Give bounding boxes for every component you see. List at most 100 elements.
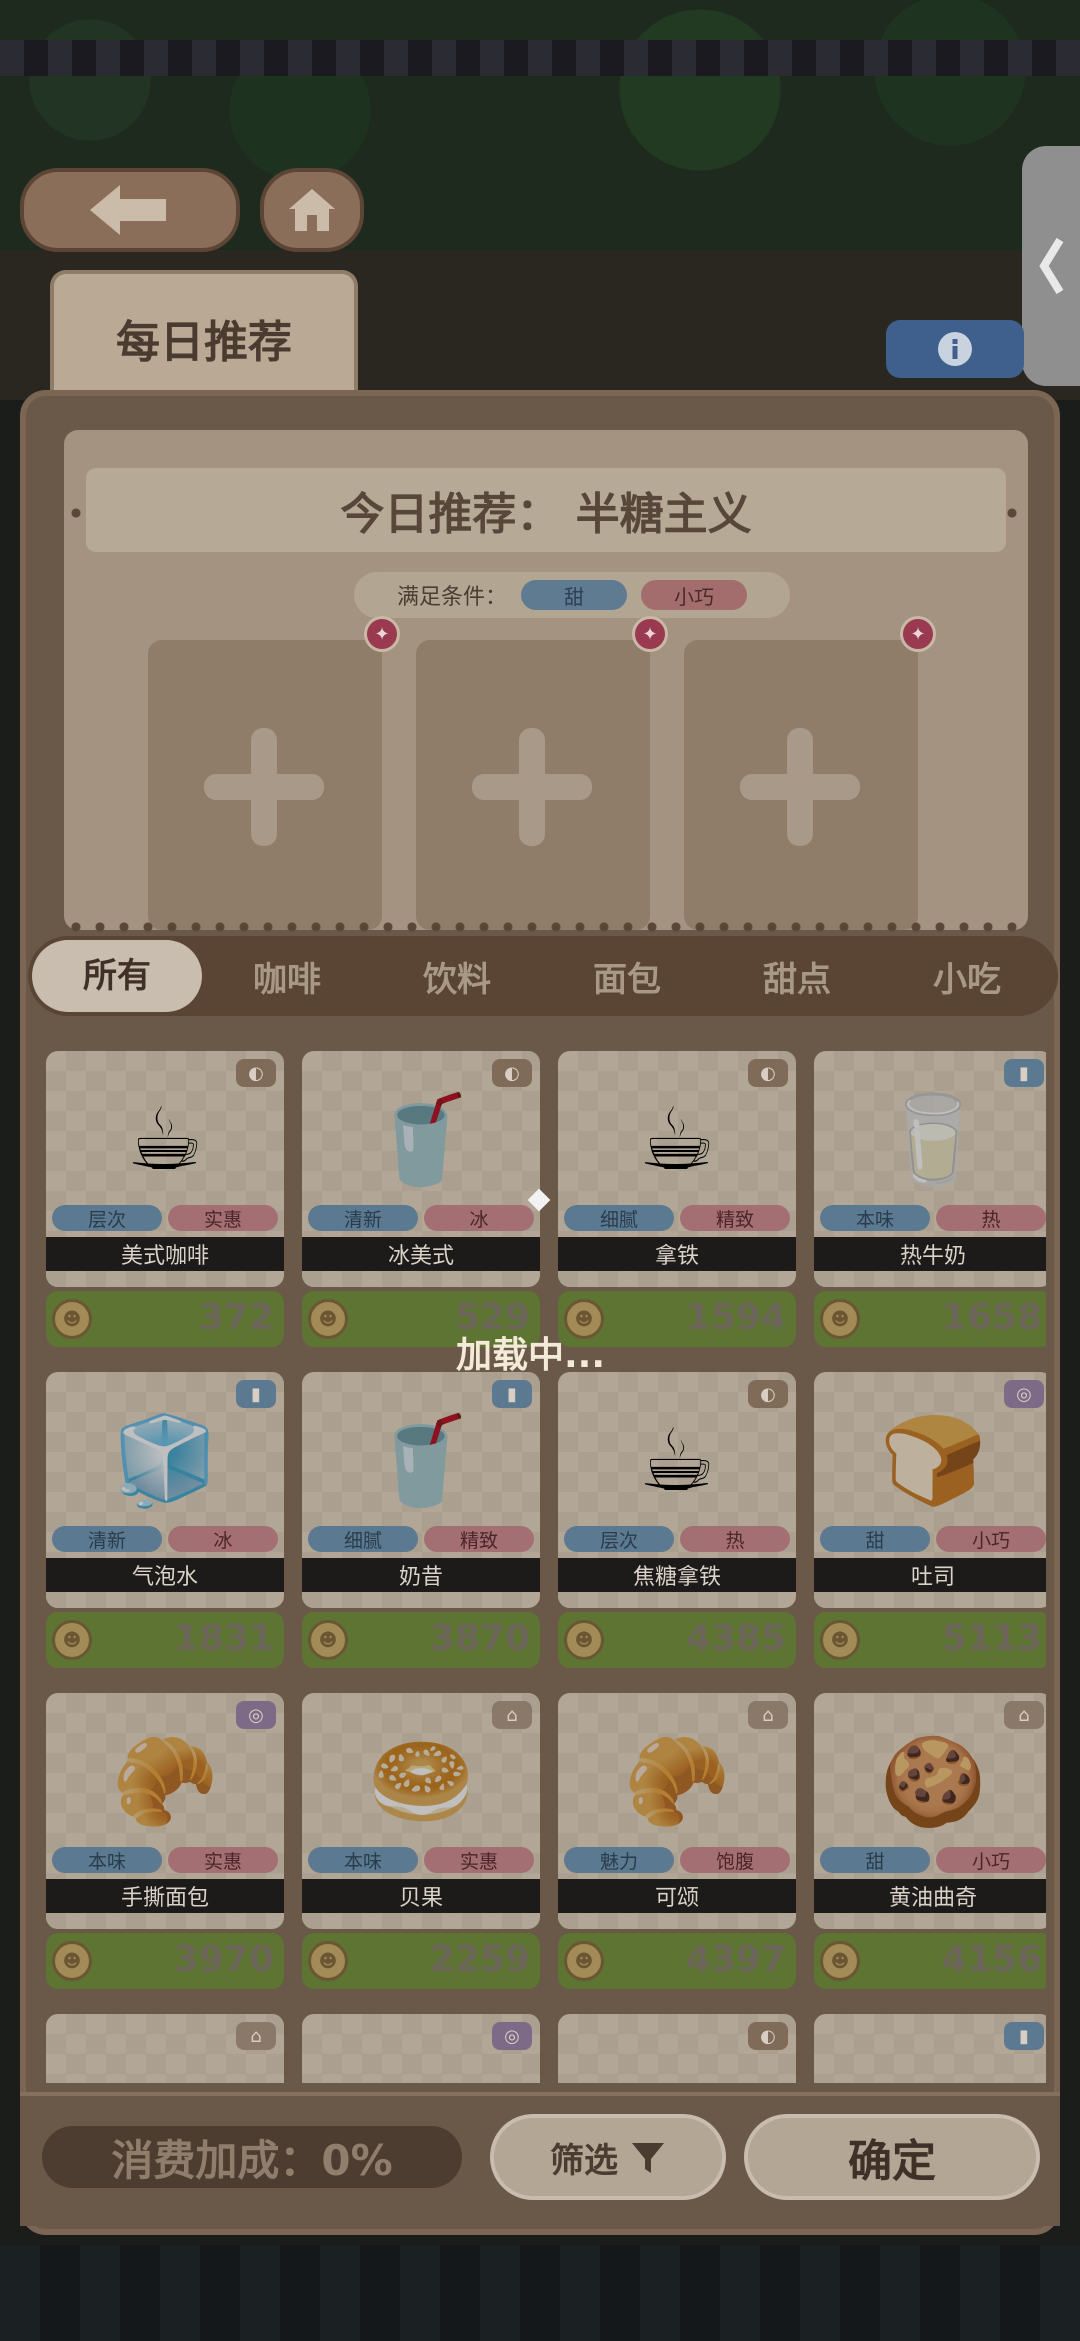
tab-daily-recommend[interactable]: 每日推荐	[50, 270, 358, 394]
menu-item-card[interactable]: ⌂ 🥐 魅力 饱腹 可颂 ☻ 4397	[558, 1693, 796, 1989]
menu-item-card[interactable]: ◎ 🍞 甜小巧 吐司 ☻ 5113	[814, 1372, 1046, 1668]
coffee-bean-icon: ◐	[236, 1059, 276, 1087]
coin-icon: ☻	[308, 1941, 348, 1981]
coin-icon: ☻	[820, 1941, 860, 1981]
info-button[interactable]	[886, 320, 1024, 378]
item-image-area: ▮	[814, 2014, 1046, 2083]
menu-item-card[interactable]: ◐	[558, 2014, 796, 2083]
item-tag: 精致	[424, 1526, 534, 1552]
home-icon	[289, 189, 335, 231]
item-tag: 本味	[52, 1847, 162, 1873]
item-name: 贝果	[302, 1879, 540, 1913]
menu-item-card[interactable]: ◐ ☕ 层次 实惠 美式咖啡 ☻ 372	[46, 1051, 284, 1347]
item-name: 拿铁	[558, 1237, 796, 1271]
funnel-icon	[632, 2143, 664, 2173]
menu-item-card[interactable]: ◎	[302, 2014, 540, 2083]
tab-snacks[interactable]: 小吃	[882, 952, 1052, 1001]
item-art: 🥤	[367, 1090, 475, 1190]
item-image-area: ▮ 🥛 本味热热牛奶	[814, 1051, 1046, 1287]
bread-icon: ⌂	[748, 1701, 788, 1729]
menu-item-card[interactable]: ◐ ☕ 层次热焦糖拿铁 ☻ 4385	[558, 1372, 796, 1668]
item-price: 4397	[685, 1939, 786, 1980]
tab-dessert[interactable]: 甜点	[712, 952, 882, 1001]
coin-icon: ☻	[52, 1620, 92, 1660]
tab-coffee[interactable]: 咖啡	[202, 952, 372, 1001]
menu-item-card[interactable]: ▮ 🧊 清新冰气泡水 ☻ 1831	[46, 1372, 284, 1668]
item-art: ☕	[638, 1090, 716, 1190]
menu-item-card[interactable]: ⌂ 🍪 甜小巧 黄油曲奇 ☻ 4156	[814, 1693, 1046, 1989]
item-price: 4156	[941, 1939, 1042, 1980]
menu-item-card[interactable]: ▮	[814, 2014, 1046, 2083]
item-price-bar: ☻ 4156	[814, 1933, 1046, 1989]
item-tag: 层次	[52, 1205, 162, 1231]
item-image-area: ◐ 🥤 清新冰冰美式	[302, 1051, 540, 1287]
item-tag: 层次	[564, 1526, 674, 1552]
item-image-area: ▮ 🧊 清新冰气泡水	[46, 1372, 284, 1608]
menu-item-card[interactable]: ◎ 🥐 本味 实惠 手撕面包 ☻ 3970	[46, 1693, 284, 1989]
item-art: 🥐	[623, 1732, 731, 1832]
sparkle-badge-icon: ✦	[632, 616, 668, 652]
tab-bread[interactable]: 面包	[542, 952, 712, 1001]
item-tag: 冰	[168, 1526, 278, 1552]
item-art: 🥯	[367, 1732, 475, 1832]
menu-item-card[interactable]: ◐ ☕ 细腻 精致 拿铁 ☻ 1594	[558, 1051, 796, 1347]
recommend-section: 今日推荐： 半糖主义 满足条件： 甜 小巧 ✦ ✦ ✦	[64, 430, 1028, 934]
item-price-bar: ☻ 3870	[302, 1612, 540, 1668]
arrow-left-icon	[90, 185, 166, 235]
item-tag: 实惠	[168, 1847, 278, 1873]
home-button[interactable]	[260, 168, 364, 252]
item-image-area: ◎	[302, 2014, 540, 2083]
item-image-area: ◐ ☕ 细腻 精致 拿铁	[558, 1051, 796, 1287]
item-art: 🥛	[879, 1090, 987, 1190]
item-price-bar: ☻ 1831	[46, 1612, 284, 1668]
bottom-bar: 消费加成：0% 筛选 确定	[20, 2092, 1060, 2226]
recommend-slot-2[interactable]: ✦	[416, 616, 668, 930]
coin-icon: ☻	[564, 1941, 604, 1981]
coin-icon: ☻	[308, 1299, 348, 1339]
confirm-button[interactable]: 确定	[744, 2114, 1040, 2200]
condition-row: 满足条件： 甜 小巧	[354, 572, 790, 618]
bread-icon: ⌂	[492, 1701, 532, 1729]
menu-item-card[interactable]: ▮ 🥛 本味热热牛奶 ☻ 1658	[814, 1051, 1046, 1347]
item-image-area: ⌂	[46, 2014, 284, 2083]
menu-item-card[interactable]: ⌂ 🥯 本味 实惠 贝果 ☻ 2259	[302, 1693, 540, 1989]
item-image-area: ◐ ☕ 层次 实惠 美式咖啡	[46, 1051, 284, 1287]
menu-item-card[interactable]: ◐ 🥤 清新冰冰美式 ☻ 529	[302, 1051, 540, 1347]
item-price-bar: ☻ 2259	[302, 1933, 540, 1989]
item-name: 气泡水	[46, 1558, 284, 1592]
item-grid: ◐ ☕ 层次 实惠 美式咖啡 ☻ 372 ◐ 🥤 清新冰冰美式 ☻ 529 ◐ ☕ 细腻 精致 拿铁 ☻ 1594 ▮…	[46, 1051, 1046, 2083]
item-price: 1658	[941, 1297, 1042, 1338]
side-drawer-tab[interactable]	[1022, 146, 1080, 386]
info-icon	[938, 332, 972, 366]
item-tag: 魅力	[564, 1847, 674, 1873]
coffee-bean-icon: ◐	[748, 2022, 788, 2050]
item-price-bar: ☻ 4385	[558, 1612, 796, 1668]
item-tag: 细腻	[564, 1205, 674, 1231]
tab-drinks[interactable]: 饮料	[372, 952, 542, 1001]
sparkle-badge-icon: ✦	[900, 616, 936, 652]
item-tag: 实惠	[168, 1205, 278, 1231]
menu-item-card[interactable]: ⌂	[46, 2014, 284, 2083]
item-image-area: ⌂ 🥯 本味 实惠 贝果	[302, 1693, 540, 1929]
back-button[interactable]	[20, 168, 240, 252]
menu-item-card[interactable]: ▮ 🥤 细腻 精致 奶昔 ☻ 3870	[302, 1372, 540, 1668]
item-tag: 本味	[820, 1205, 930, 1231]
item-image-area: ⌂ 🥐 魅力 饱腹 可颂	[558, 1693, 796, 1929]
recommend-slot-3[interactable]: ✦	[684, 616, 936, 930]
item-image-area: ▮ 🥤 细腻 精致 奶昔	[302, 1372, 540, 1608]
cup-icon: ▮	[236, 1380, 276, 1408]
filter-button[interactable]: 筛选	[490, 2114, 726, 2200]
item-tag: 清新	[308, 1205, 418, 1231]
item-price-bar: ☻ 5113	[814, 1612, 1046, 1668]
candy-icon: ◎	[492, 2022, 532, 2050]
item-price: 5113	[941, 1618, 1042, 1659]
item-price: 372	[198, 1297, 274, 1338]
item-price-bar: ☻ 4397	[558, 1933, 796, 1989]
background-building	[0, 40, 1080, 76]
tab-all[interactable]: 所有	[32, 940, 202, 1012]
item-name: 手撕面包	[46, 1879, 284, 1913]
recommend-slot-1[interactable]: ✦	[148, 616, 400, 930]
item-tag: 小巧	[936, 1526, 1046, 1552]
loading-text: 加载中...	[456, 1335, 606, 1376]
recommend-panel: 今日推荐： 半糖主义 满足条件： 甜 小巧 ✦ ✦ ✦ 所有 咖啡 饮料 面包 …	[20, 390, 1060, 2235]
